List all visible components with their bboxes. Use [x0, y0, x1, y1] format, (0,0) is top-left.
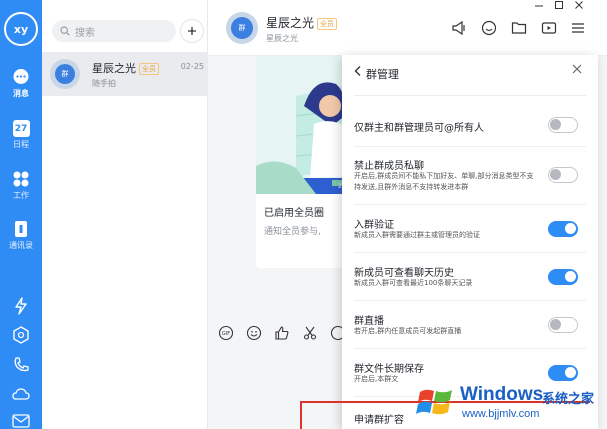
windows-logo-icon: [416, 389, 452, 415]
thumbs-up-icon[interactable]: [274, 325, 290, 341]
group-avatar-text: 群: [55, 64, 75, 84]
mail-icon[interactable]: [12, 414, 30, 428]
minimize-icon: [535, 5, 543, 7]
left-rail: xy 消息 27 日程 工作 通讯录: [0, 0, 42, 429]
toggle-join-verify[interactable]: [548, 221, 578, 237]
folder-icon[interactable]: [511, 20, 527, 36]
rail-label-messages: 消息: [13, 89, 29, 98]
panel-close-icon[interactable]: [572, 64, 582, 74]
search-placeholder: 搜索: [75, 27, 95, 39]
card-description: 通知全员参与,: [264, 227, 321, 237]
apps-grid-icon: [13, 171, 29, 187]
rail-item-work[interactable]: 工作: [0, 170, 42, 201]
rail-label-calendar: 日程: [13, 140, 29, 149]
setting-title: 群文件长期保存: [354, 364, 424, 375]
maximize-button[interactable]: [550, 0, 568, 14]
user-avatar[interactable]: xy: [4, 12, 38, 46]
setting-title: 仅群主和群管理员可@所有人: [354, 123, 484, 134]
conversation-name-text: 星辰之光: [92, 62, 136, 75]
search-input[interactable]: 搜索: [52, 20, 176, 42]
announcement-icon[interactable]: [451, 20, 467, 36]
toggle-at-all[interactable]: [548, 117, 578, 133]
chat-avatar[interactable]: 群: [226, 12, 258, 44]
calendar-icon: 27: [12, 120, 30, 137]
scissors-icon[interactable]: [302, 325, 318, 341]
watermark-cn: 系统之家: [542, 392, 595, 407]
conversation-name: 星辰之光 全员: [92, 60, 159, 76]
setting-title: 入群验证: [354, 220, 394, 231]
group-management-panel: 群管理 仅群主和群管理员可@所有人 禁止群成员私聊 开启后,群成员间不能私下加好…: [342, 55, 598, 429]
setting-row-live: 群直播 若开启,群内任意成员可发起群直播: [354, 301, 586, 349]
toggle-history[interactable]: [548, 269, 578, 285]
toggle-file-storage[interactable]: [548, 365, 578, 381]
chat-header: 群 星辰之光 全员 星辰之光: [208, 0, 607, 56]
setting-title: 群直播: [354, 316, 384, 327]
watermark-brand: Windows: [460, 384, 544, 405]
chat-subtitle: 星辰之光: [266, 34, 298, 43]
minimize-button[interactable]: [530, 0, 548, 14]
toggle-live[interactable]: [548, 317, 578, 333]
rail-item-calendar[interactable]: 27 日程: [0, 120, 42, 150]
watermark-url: www.bjjmlv.com: [462, 408, 540, 420]
setting-row-at-all: 仅群主和群管理员可@所有人: [354, 107, 586, 147]
close-icon: [575, 1, 583, 9]
setting-desc: 开启后,群成员间不能私下加好友、单聊,部分消息类型不支持发送,且群外消息不支持转…: [354, 172, 534, 191]
toggle-private-chat[interactable]: [548, 167, 578, 183]
lightning-icon[interactable]: [12, 297, 30, 315]
plus-icon: [188, 27, 196, 35]
setting-desc: 新成员入群可查看最近100条聊天记录: [354, 279, 473, 287]
emoji-icon[interactable]: [246, 325, 262, 341]
panel-header: 群管理: [342, 55, 598, 91]
setting-title: 新成员可查看聊天历史: [354, 268, 454, 279]
back-arrow-icon[interactable]: [354, 65, 362, 77]
setting-desc: 若开启,群内任意成员可发起群直播: [354, 327, 462, 335]
comment-icon[interactable]: [481, 20, 497, 36]
chat-bubble-icon: [13, 69, 29, 84]
phone-icon[interactable]: [12, 356, 30, 374]
video-icon[interactable]: [541, 20, 557, 36]
contacts-icon: [15, 221, 27, 237]
conversation-item[interactable]: 群 星辰之光 全员 02-25 随手拍: [42, 52, 208, 96]
setting-row-private-chat: 禁止群成员私聊 开启后,群成员间不能私下加好友、单聊,部分消息类型不支持发送,且…: [354, 147, 586, 205]
chat-badge: 全员: [317, 18, 338, 30]
rail-label-work: 工作: [13, 191, 29, 200]
setting-desc: 新成员入群需要通过群主或管理员的验证: [354, 231, 480, 239]
gif-icon[interactable]: GIF: [218, 325, 234, 341]
svg-text:GIF: GIF: [222, 331, 230, 337]
setting-row-history: 新成员可查看聊天历史 新成员入群可查看最近100条聊天记录: [354, 253, 586, 301]
group-avatar: 群: [50, 59, 80, 89]
conversation-list: 搜索 群 星辰之光 全员 02-25 随手拍: [42, 0, 208, 429]
cloud-icon[interactable]: [12, 386, 30, 402]
chat-title-text: 星辰之光: [266, 16, 315, 30]
conversation-preview: 随手拍: [92, 79, 116, 88]
card-title: 已启用全员圈: [264, 208, 324, 219]
chat-avatar-text: 群: [231, 17, 253, 39]
hexagon-icon[interactable]: [12, 326, 30, 344]
search-icon: [60, 26, 70, 36]
rail-item-contacts[interactable]: 通讯录: [0, 220, 42, 251]
more-icon[interactable]: [570, 20, 586, 36]
all-members-badge: 全员: [139, 63, 159, 75]
add-button[interactable]: [180, 19, 204, 43]
setting-title: 禁止群成员私聊: [354, 161, 424, 172]
maximize-icon: [555, 1, 563, 9]
panel-title: 群管理: [366, 68, 399, 81]
chat-title: 星辰之光 全员: [266, 14, 338, 31]
rail-item-messages[interactable]: 消息: [0, 68, 42, 99]
close-window-button[interactable]: [570, 0, 588, 14]
rail-label-contacts: 通讯录: [9, 241, 33, 250]
conversation-time: 02-25: [180, 62, 204, 71]
setting-row-join-verify: 入群验证 新成员入群需要通过群主或管理员的验证: [354, 205, 586, 253]
watermark: Windows 系统之家 www.bjjmlv.com: [410, 380, 600, 426]
scroll-edge: [354, 91, 586, 96]
